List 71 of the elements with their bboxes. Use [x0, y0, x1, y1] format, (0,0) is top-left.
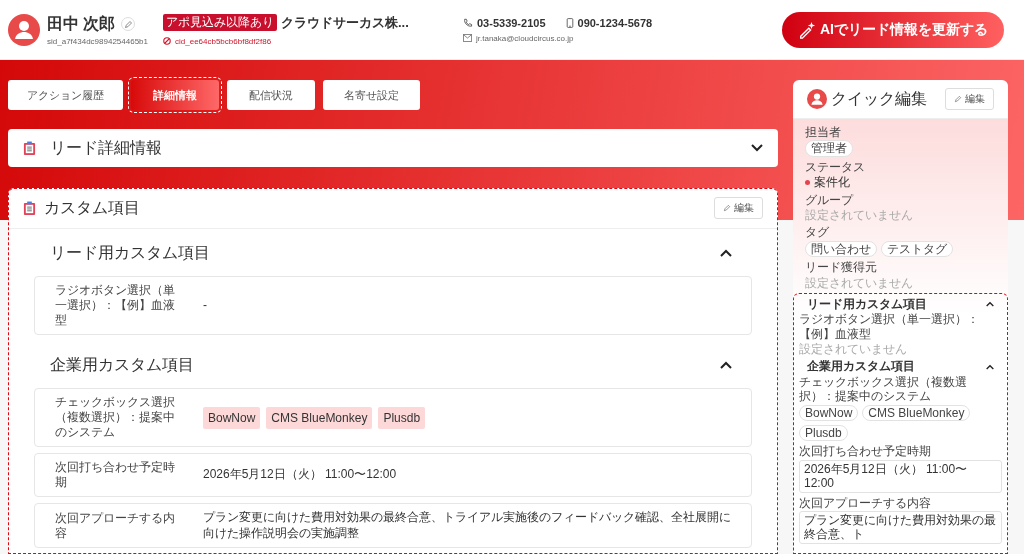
- tag: CMS BlueMonkey: [862, 404, 971, 422]
- field-label: ステータス: [805, 159, 866, 175]
- tag: CMS BlueMonkey: [266, 406, 373, 429]
- empty-value: 設定されていません: [805, 207, 914, 223]
- lead-name: 田中 次郎: [47, 13, 116, 34]
- tab[interactable]: 名寄せ設定: [323, 80, 420, 110]
- section-title: リード用カスタム項目: [50, 242, 210, 263]
- pencil-icon: [954, 95, 962, 103]
- input-field[interactable]: プラン変更に向けた費用対効果の最終合意、ト: [799, 511, 1002, 544]
- session-id: sid_a7f434dc9894254465b1: [47, 36, 149, 46]
- email-address: jr.tanaka@cloudcircus.co.jp: [476, 33, 574, 43]
- field-label: ラジオボタン選択（単一選択）：【例】血液型: [799, 312, 980, 342]
- tag: Plusdb: [378, 406, 426, 429]
- status-badge: アポ見込み以降あり: [163, 14, 277, 31]
- clipboard-icon: [23, 140, 36, 156]
- company-id: cid_ee64cb5bcb6bf8df2f86: [175, 36, 272, 46]
- chevron-icon[interactable]: [751, 144, 763, 152]
- field-label: チェックボックス選択（複数選択）：提案中のシステム: [799, 374, 968, 404]
- field-label: 次回打ち合わせ予定時期: [799, 444, 932, 459]
- mobile-phone-icon: [565, 17, 574, 28]
- field-label: 次回打ち合わせ予定時期: [55, 460, 176, 490]
- input-field[interactable]: 2026年5月12日（火） 11:00〜12:00: [799, 459, 1002, 493]
- phone-number: 03-5339-2105: [477, 16, 546, 29]
- edit-button[interactable]: 編集: [714, 197, 763, 219]
- empty-value: 設定されていません: [799, 342, 908, 357]
- section-title: 企業用カスタム項目: [50, 354, 194, 375]
- tab[interactable]: 配信状況: [227, 80, 315, 110]
- field-value: -: [203, 297, 207, 314]
- pencil-icon: [123, 19, 133, 29]
- field-value: 2026年5月12日（火） 11:00〜12:00: [203, 467, 397, 483]
- field-value: プラン変更に向けた費用対効果の最終合意、トライアル実施後のフィードバック確認、全社展開に向けた操作説明会の実施調整: [203, 510, 731, 542]
- panel-title: クイック編集: [831, 88, 927, 109]
- field-label: グループ: [805, 192, 855, 207]
- card-title: カスタム項目: [44, 197, 140, 218]
- empty-value: 設定されていません: [805, 275, 914, 290]
- tag: BowNow: [203, 406, 261, 429]
- phone-icon: [463, 17, 473, 28]
- field-label: リード獲得元: [805, 260, 878, 275]
- ai-update-button[interactable]: AIでリード情報を更新する: [782, 11, 1004, 48]
- avatar-icon: [807, 89, 827, 109]
- field-label: チェックボックス選択（複数選択）：提案中のシステム: [55, 395, 176, 440]
- field-label: 次回アプローチする内容: [799, 495, 932, 510]
- tag: BowNow: [799, 404, 859, 422]
- status-value: 案件化: [814, 175, 850, 190]
- avatar-icon: [8, 13, 40, 46]
- tag: 管理者: [805, 140, 853, 157]
- mail-icon: [463, 34, 472, 42]
- chevron-icon[interactable]: [720, 361, 732, 369]
- blocked-icon: [163, 37, 171, 45]
- tag: Plusdb: [799, 425, 848, 442]
- pencil-icon: [723, 204, 731, 212]
- magic-wand-icon: [798, 20, 816, 39]
- tag: テストタグ: [881, 240, 953, 258]
- company-name[interactable]: クラウドサーカス株...: [281, 13, 409, 32]
- section-title: 企業用カスタム項目: [807, 359, 915, 374]
- card-title: リード詳細情報: [50, 137, 162, 158]
- field-label: タグ: [805, 225, 830, 240]
- lead-detail-card[interactable]: リード詳細情報: [8, 129, 778, 167]
- tag: 問い合わせ: [805, 240, 877, 258]
- field-label: 次回アプローチする内容: [55, 510, 176, 541]
- chevron-icon[interactable]: [986, 363, 994, 370]
- field-label: ラジオボタン選択（単一選択）：【例】血液型: [55, 283, 176, 328]
- field-label: 担当者: [805, 125, 842, 140]
- mobile-number: 090-1234-5678: [577, 16, 653, 29]
- section-title: リード用カスタム項目: [807, 296, 927, 312]
- chevron-icon[interactable]: [720, 249, 732, 257]
- edit-button[interactable]: 編集: [945, 88, 994, 110]
- clipboard-icon: [23, 200, 36, 216]
- chevron-icon[interactable]: [986, 301, 994, 308]
- tab[interactable]: アクション履歴: [8, 80, 123, 110]
- tab[interactable]: 詳細情報: [131, 80, 219, 110]
